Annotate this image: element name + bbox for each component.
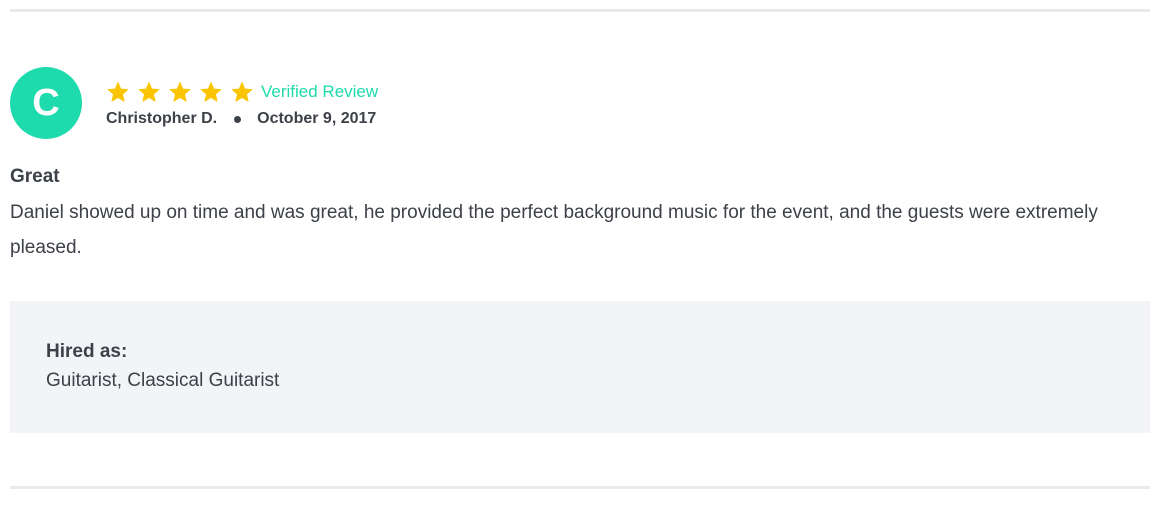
avatar: C [10,67,82,139]
star-icon [230,80,254,104]
rating-row: Verified Review [106,78,378,106]
star-icon [168,80,192,104]
hired-as-label: Hired as: [46,341,128,362]
author-name: Christopher D. [106,110,218,127]
star-rating [106,80,261,104]
top-divider [10,9,1150,12]
review-card: C Verified Review Christopher D. October… [10,67,1150,265]
star-icon [106,80,130,104]
author-row: Christopher D. October 9, 2017 [106,110,378,128]
hired-as-panel: Hired as: Guitarist, Classical Guitarist [10,301,1150,433]
review-header: C Verified Review Christopher D. October… [10,67,1150,139]
review-meta: Verified Review Christopher D. October 9… [106,78,378,128]
star-icon [137,80,161,104]
review-date: October 9, 2017 [257,110,377,127]
review-title: Great [10,166,60,187]
bottom-divider [10,486,1150,489]
verified-review-badge: Verified Review [261,82,379,101]
dot-separator [234,115,242,123]
hired-as-value: Guitarist, Classical Guitarist [46,370,280,391]
review-body: Daniel showed up on time and was great, … [10,202,1098,258]
star-icon [199,80,223,104]
